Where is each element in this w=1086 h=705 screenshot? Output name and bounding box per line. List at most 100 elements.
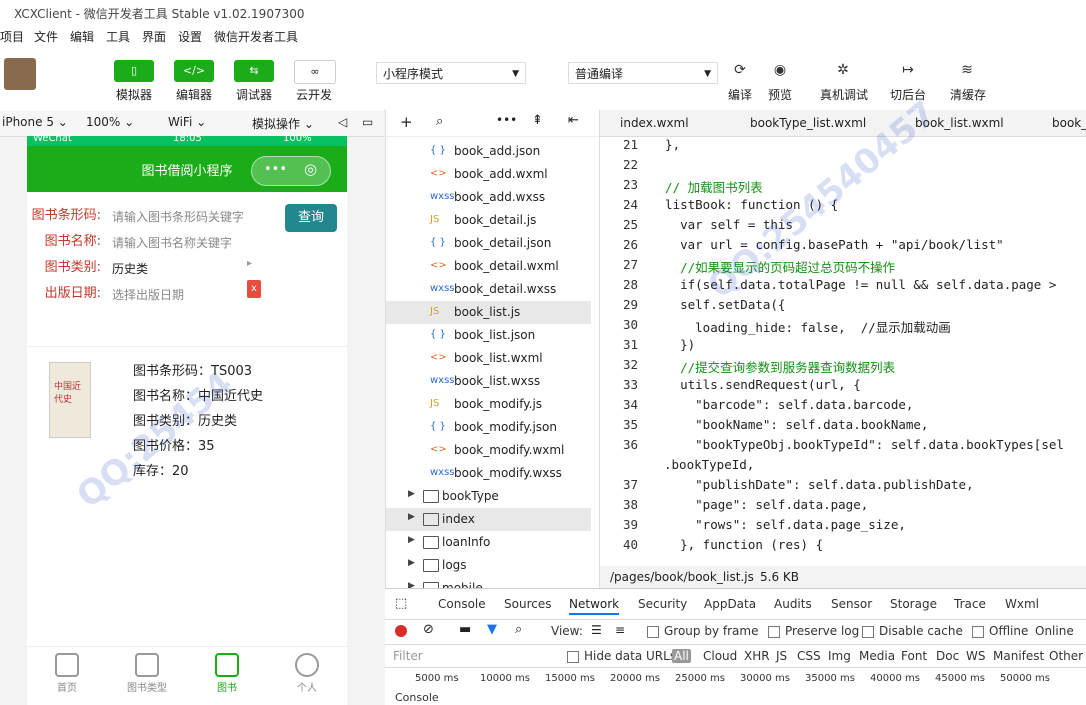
more-icon[interactable]: ••• bbox=[496, 113, 517, 127]
simulator-button[interactable]: ▯ bbox=[114, 60, 154, 82]
clear-icon[interactable]: ⊘ bbox=[423, 622, 434, 637]
background-label[interactable]: 切后台 bbox=[886, 86, 930, 103]
cloud-button[interactable]: ∞ bbox=[294, 60, 336, 84]
devtools-tab-audits[interactable]: Audits bbox=[774, 597, 812, 611]
file-item[interactable]: wxss book_detail.wxss bbox=[386, 278, 591, 301]
devtools-tab-storage[interactable]: Storage bbox=[890, 597, 937, 611]
file-item[interactable]: { } book_detail.json bbox=[386, 232, 591, 255]
switch-background-icon[interactable]: ↦ bbox=[897, 62, 919, 82]
filter-font[interactable]: Font bbox=[901, 649, 927, 663]
capsule-menu[interactable]: ••• ◎ bbox=[251, 156, 331, 186]
file-item[interactable]: <> book_detail.wxml bbox=[386, 255, 591, 278]
name-input[interactable]: 请输入图书名称关键字 bbox=[112, 234, 232, 251]
file-item[interactable]: <> book_list.wxml bbox=[386, 347, 591, 370]
clear-cache-label[interactable]: 清缓存 bbox=[946, 86, 990, 103]
book-cover-image[interactable]: 中国近代史 bbox=[49, 362, 91, 438]
mode-select[interactable]: 小程序模式 ▼ bbox=[376, 62, 526, 84]
file-item[interactable]: JS book_detail.js bbox=[386, 209, 591, 232]
tab-book[interactable]: 图书 bbox=[187, 653, 267, 694]
tab-index-wxml[interactable]: index.wxml bbox=[620, 116, 689, 130]
devtools-tab-sensor[interactable]: Sensor bbox=[831, 597, 872, 611]
filter-css[interactable]: CSS bbox=[797, 649, 821, 663]
window-icon[interactable]: ▭ bbox=[362, 115, 373, 129]
devtools-tab-wxml[interactable]: Wxml bbox=[1005, 597, 1039, 611]
file-item[interactable]: <> book_add.wxml bbox=[386, 163, 591, 186]
filter-other[interactable]: Other bbox=[1049, 649, 1083, 663]
devtools-tab-appdata[interactable]: AppData bbox=[704, 597, 756, 611]
filter-js[interactable]: JS bbox=[776, 649, 787, 663]
filter-ws[interactable]: WS bbox=[966, 649, 985, 663]
more-icon[interactable]: ••• bbox=[264, 162, 287, 177]
file-item[interactable]: JS book_modify.js bbox=[386, 393, 591, 416]
menu-file[interactable]: 文件 bbox=[34, 28, 58, 45]
split-icon[interactable]: ⇤ bbox=[568, 113, 579, 128]
plus-icon[interactable]: + bbox=[400, 113, 413, 131]
file-item[interactable]: { } book_add.json bbox=[386, 140, 591, 163]
zoom-select[interactable]: 100% ⌄ bbox=[86, 115, 134, 129]
filter-doc[interactable]: Doc bbox=[936, 649, 959, 663]
operation-select[interactable]: 模拟操作 ⌄ bbox=[252, 115, 314, 132]
inspect-icon[interactable]: ⬚ bbox=[395, 596, 407, 611]
file-item[interactable]: { } book_modify.json bbox=[386, 416, 591, 439]
menu-edit[interactable]: 编辑 bbox=[70, 28, 94, 45]
hide-data-urls-checkbox[interactable] bbox=[567, 651, 579, 663]
menu-view[interactable]: 界面 bbox=[142, 28, 166, 45]
tab-home[interactable]: 首页 bbox=[27, 653, 107, 694]
folder-item[interactable]: ▶ index bbox=[386, 508, 591, 531]
file-item[interactable]: { } book_list.json bbox=[386, 324, 591, 347]
chevron-right-icon[interactable]: ▶ bbox=[408, 558, 415, 568]
editor-button[interactable]: </> bbox=[174, 60, 214, 82]
devtools-tab-network[interactable]: Network bbox=[569, 597, 620, 615]
list-view-icon[interactable]: ☰ bbox=[591, 623, 602, 637]
filter-cloud[interactable]: Cloud bbox=[703, 649, 737, 663]
disable-cache-checkbox[interactable] bbox=[862, 626, 874, 638]
file-item[interactable]: wxss book_list.wxss bbox=[386, 370, 591, 393]
preserve-log-checkbox[interactable] bbox=[768, 626, 780, 638]
folder-item[interactable]: ▶ loanInfo bbox=[386, 531, 591, 554]
camera-icon[interactable]: ▬ bbox=[459, 622, 471, 637]
chevron-right-icon[interactable]: ▶ bbox=[408, 512, 415, 522]
tab-booktype-list-wxml[interactable]: bookType_list.wxml bbox=[750, 116, 866, 130]
filter-img[interactable]: Img bbox=[828, 649, 851, 663]
bug-icon[interactable]: ✲ bbox=[832, 62, 854, 82]
filter-manifest[interactable]: Manifest bbox=[993, 649, 1044, 663]
volume-icon[interactable]: ◁ bbox=[338, 115, 347, 129]
layers-icon[interactable]: ≋ bbox=[956, 62, 978, 82]
query-button[interactable]: 查询 bbox=[285, 204, 337, 232]
devtools-tab-sources[interactable]: Sources bbox=[504, 597, 551, 611]
compile-select[interactable]: 普通编译 ▼ bbox=[568, 62, 718, 84]
console-drawer-label[interactable]: Console bbox=[395, 691, 439, 704]
filter-xhr[interactable]: XHR bbox=[744, 649, 770, 663]
tab-book-list-wxml[interactable]: book_list.wxml bbox=[915, 116, 1004, 130]
tab-book-type[interactable]: 图书类型 bbox=[107, 653, 187, 694]
date-picker[interactable]: 选择出版日期 bbox=[112, 286, 184, 303]
type-picker[interactable]: 历史类 bbox=[112, 260, 148, 277]
menu-settings[interactable]: 设置 bbox=[178, 28, 202, 45]
devtools-tab-console[interactable]: Console bbox=[438, 597, 486, 611]
filter-all[interactable]: All bbox=[672, 649, 691, 663]
tab-personal[interactable]: 个人 bbox=[267, 653, 347, 694]
record-icon[interactable] bbox=[395, 625, 407, 637]
debugger-button[interactable]: ⇆ bbox=[234, 60, 274, 82]
chevron-right-icon[interactable]: ▶ bbox=[408, 489, 415, 499]
compile-label[interactable]: 编译 bbox=[724, 86, 756, 103]
offline-checkbox[interactable] bbox=[972, 626, 984, 638]
file-item[interactable]: wxss book_modify.wxss bbox=[386, 462, 591, 485]
tab-book-more[interactable]: book_ bbox=[1052, 116, 1086, 130]
avatar[interactable] bbox=[4, 58, 36, 90]
network-select[interactable]: WiFi ⌄ bbox=[168, 115, 206, 129]
menu-tools[interactable]: 工具 bbox=[106, 28, 130, 45]
search-icon[interactable]: ⌕ bbox=[436, 114, 443, 129]
device-select[interactable]: iPhone 5 ⌄ bbox=[2, 115, 68, 129]
search-icon[interactable]: ⌕ bbox=[515, 622, 522, 637]
filter-icon[interactable]: ▼ bbox=[487, 622, 497, 637]
waterfall-icon[interactable]: ≡ bbox=[615, 623, 625, 637]
close-circle-icon[interactable]: ◎ bbox=[304, 160, 317, 178]
collapse-icon[interactable]: ⇞ bbox=[532, 113, 543, 128]
file-item[interactable]: <> book_modify.wxml bbox=[386, 439, 591, 462]
menu-wechat-devtools[interactable]: 微信开发者工具 bbox=[214, 28, 298, 45]
folder-item[interactable]: ▶ bookType bbox=[386, 485, 591, 508]
preview-label[interactable]: 预览 bbox=[764, 86, 796, 103]
barcode-input[interactable]: 请输入图书条形码关键字 bbox=[112, 208, 244, 225]
filter-media[interactable]: Media bbox=[859, 649, 895, 663]
